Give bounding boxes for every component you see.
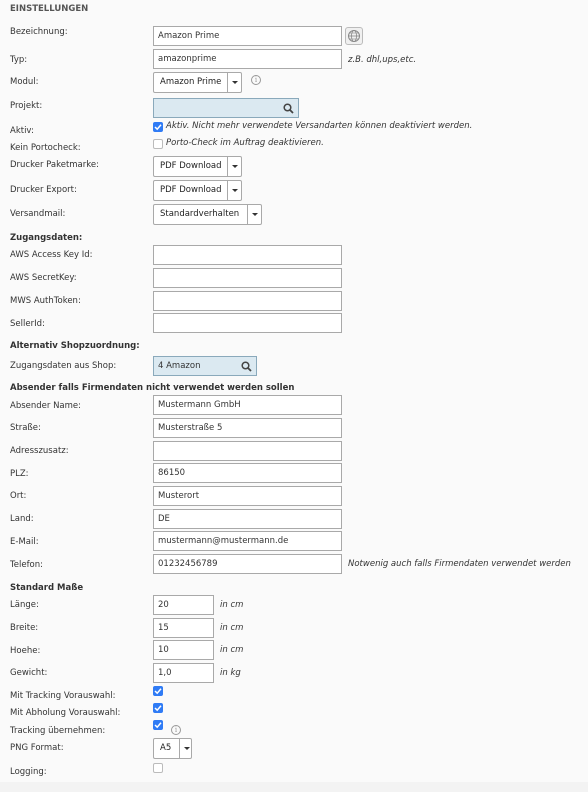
search-icon[interactable] [241,361,252,372]
absender-heading: Absender falls Firmendaten nicht verwend… [10,383,295,393]
land-input[interactable] [153,509,342,529]
aws-secret-key-input[interactable] [153,268,342,288]
seller-id-label: SellerId: [10,319,45,329]
zugangsdaten-heading: Zugangsdaten: [10,233,83,243]
adresszusatz-input[interactable] [153,441,342,461]
laenge-input[interactable] [153,595,214,615]
hoehe-input[interactable] [153,640,214,660]
drucker-export-value: PDF Download [160,185,222,195]
adresszusatz-label: Adresszusatz: [10,446,69,456]
plz-label: PLZ: [10,469,29,479]
section-title: EINSTELLUNGEN [10,4,89,14]
shop-label: Zugangsdaten aus Shop: [10,361,117,371]
typ-hint: z.B. dhl,ups,etc. [348,55,417,65]
strasse-label: Straße: [10,423,41,433]
modul-label: Modul: [10,77,39,87]
gewicht-unit: in kg [220,668,241,678]
laenge-unit: in cm [220,600,244,610]
email-label: E-Mail: [10,537,39,547]
drucker-export-label: Drucker Export: [10,185,77,195]
telefon-hint: Notwenig auch falls Firmendaten verwende… [348,559,571,569]
shopzuordnung-heading: Alternativ Shopzuordnung: [10,341,140,351]
chevron-down-icon [227,157,241,176]
ort-label: Ort: [10,491,27,501]
drucker-export-select[interactable]: PDF Download [153,180,242,201]
drucker-paketmarke-value: PDF Download [160,161,222,171]
projekt-label: Projekt: [10,101,43,111]
drucker-paketmarke-label: Drucker Paketmarke: [10,160,99,170]
tracking-vorauswahl-label: Mit Tracking Vorauswahl: [10,691,116,701]
shop-search-input[interactable]: 4 Amazon [153,356,257,376]
info-icon[interactable]: i [171,725,181,735]
typ-input[interactable] [153,49,342,69]
mws-auth-token-input[interactable] [153,291,342,311]
aktiv-hint: Aktiv. Nicht mehr verwendete Versandarte… [166,121,473,131]
typ-label: Typ: [10,55,28,65]
png-format-select[interactable]: A5 [153,738,192,759]
tracking-vorauswahl-checkbox[interactable] [153,686,163,696]
hoehe-label: Hoehe: [10,646,41,656]
shop-value: 4 Amazon [158,361,201,371]
seller-id-input[interactable] [153,313,342,333]
abholung-vorauswahl-checkbox[interactable] [153,703,163,713]
gewicht-input[interactable] [153,663,214,683]
settings-panel: EINSTELLUNGEN Bezeichnung: Typ: z.B. dhl… [0,0,588,782]
breite-label: Breite: [10,623,39,633]
png-format-value: A5 [160,743,172,753]
plz-input[interactable] [153,463,342,483]
aws-access-key-input[interactable] [153,245,342,265]
versandmail-value: Standardverhalten [160,209,240,219]
aws-secret-key-label: AWS SecretKey: [10,273,77,283]
globe-icon [348,30,360,42]
modul-select[interactable]: Amazon Prime [153,72,242,93]
chevron-down-icon [247,205,261,224]
land-label: Land: [10,514,34,524]
check-icon [154,705,162,712]
hoehe-unit: in cm [220,645,244,655]
logging-label: Logging: [10,767,47,777]
telefon-input[interactable] [153,554,342,574]
modul-select-value: Amazon Prime [160,77,222,87]
bezeichnung-label: Bezeichnung: [10,27,68,37]
chevron-down-icon [227,73,241,92]
logging-checkbox[interactable] [153,763,163,773]
tracking-uebernehmen-checkbox[interactable] [153,720,163,730]
mws-auth-token-label: MWS AuthToken: [10,296,81,306]
translate-globe-button[interactable] [345,27,363,45]
breite-input[interactable] [153,618,214,638]
versandmail-select[interactable]: Standardverhalten [153,204,262,225]
kein-portocheck-checkbox[interactable] [153,139,163,149]
aktiv-checkbox[interactable] [153,122,163,132]
telefon-label: Telefon: [10,560,44,570]
chevron-down-icon [179,739,191,758]
png-format-label: PNG Format: [10,743,64,753]
strasse-input[interactable] [153,418,342,438]
absender-name-input[interactable] [153,395,342,415]
check-icon [154,722,162,729]
check-icon [154,124,162,131]
ort-input[interactable] [153,486,342,506]
drucker-paketmarke-select[interactable]: PDF Download [153,156,242,177]
kein-portocheck-hint: Porto-Check im Auftrag deaktivieren. [166,138,324,148]
aws-access-key-label: AWS Access Key Id: [10,250,93,260]
kein-portocheck-label: Kein Portocheck: [10,143,81,153]
info-icon[interactable]: i [251,75,261,85]
gewicht-label: Gewicht: [10,668,48,678]
versandmail-label: Versandmail: [10,209,66,219]
absender-name-label: Absender Name: [10,401,82,411]
chevron-down-icon [227,181,241,200]
masse-heading: Standard Maße [10,583,84,593]
bezeichnung-input[interactable] [153,26,342,46]
projekt-search-input[interactable] [153,98,299,118]
check-icon [154,688,162,695]
tracking-uebernehmen-label: Tracking übernehmen: [10,726,106,736]
aktiv-label: Aktiv: [10,126,34,136]
abholung-vorauswahl-label: Mit Abholung Vorauswahl: [10,708,121,718]
laenge-label: Länge: [10,600,39,610]
search-icon[interactable] [283,103,294,114]
breite-unit: in cm [220,623,244,633]
email-input[interactable] [153,531,342,551]
